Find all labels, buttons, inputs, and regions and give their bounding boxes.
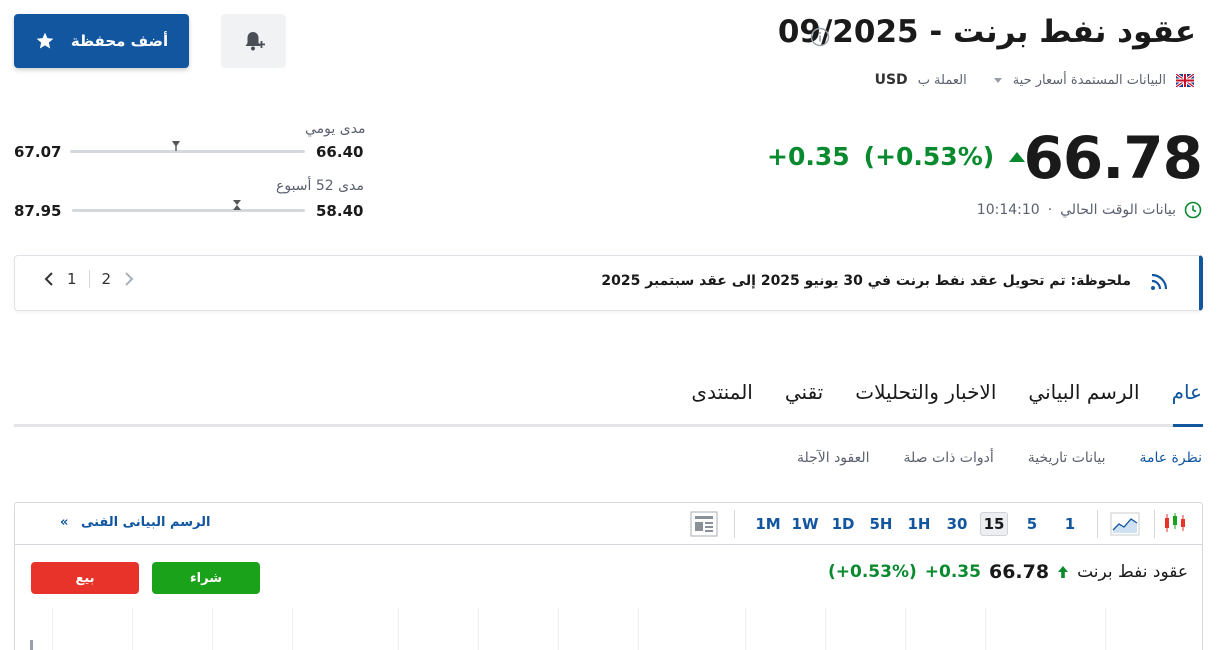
timeframe-1h[interactable]: 1H	[906, 512, 932, 536]
tabs-divider	[14, 424, 1203, 427]
double-chevron-icon: »	[60, 515, 69, 530]
toolbar-separator	[734, 510, 735, 538]
week52-range-label: مدى 52 أسبوع	[276, 178, 364, 194]
up-triangle-icon	[1008, 151, 1026, 163]
chart-gridline	[478, 608, 479, 650]
currency-label: العملة ب	[917, 72, 967, 88]
add-portfolio-label: أضف محفظة	[70, 32, 169, 50]
timeframe-1w[interactable]: 1W	[791, 512, 819, 536]
tab-general[interactable]: عام	[1172, 380, 1202, 404]
subtab-historical[interactable]: بيانات تاريخية	[1028, 450, 1106, 466]
pager-page-2[interactable]: 2	[102, 270, 112, 288]
timeframe-15[interactable]: 15	[980, 512, 1008, 536]
rollover-note: ملحوظة: تم تحويل عقد نفط برنت في 30 يوني…	[14, 255, 1203, 311]
add-portfolio-button[interactable]: أضف محفظة	[14, 14, 189, 68]
info-icon[interactable]	[810, 27, 830, 47]
daily-range-track	[70, 150, 305, 153]
data-source-label: البيانات المستمدة أسعار حية	[1012, 72, 1166, 88]
chart-gridline	[985, 608, 986, 650]
toolbar-separator	[1097, 510, 1098, 538]
news-panel-icon[interactable]	[690, 511, 718, 537]
chart-gridline	[905, 608, 906, 650]
time-label: بيانات الوقت الحالي	[1060, 202, 1176, 218]
chart-gridline	[52, 608, 53, 650]
change-percent: (+0.53%)	[863, 142, 995, 171]
chart-gridline	[132, 608, 133, 650]
timeframe-1m[interactable]: 1M	[754, 512, 782, 536]
tab-forum[interactable]: المنتدى	[691, 380, 752, 404]
area-chart-icon[interactable]	[1110, 512, 1140, 536]
timeframe-1[interactable]: 1	[1062, 512, 1078, 536]
quote-time: بيانات الوقت الحالي · 10:14:10	[977, 201, 1202, 219]
pager-prev-icon[interactable]	[43, 271, 55, 287]
page-title: عقود نفط برنت - 09/2025	[777, 14, 1196, 50]
subtab-futures[interactable]: العقود الآجلة	[797, 450, 870, 466]
daily-range-marker-icon	[170, 140, 182, 152]
pager-next-icon[interactable]	[123, 271, 135, 287]
tab-news[interactable]: الاخبار والتحليلات	[855, 380, 996, 404]
chart-price: 66.78	[988, 561, 1050, 583]
daily-range-high: 67.07	[14, 143, 62, 161]
chart-change-percent: (+0.53%)	[828, 562, 917, 582]
arrow-up-icon	[1057, 565, 1069, 579]
chart-gridline	[212, 608, 213, 650]
change-value: +0.35	[767, 142, 850, 171]
timeframe-30[interactable]: 30	[944, 512, 970, 536]
main-tabs: عام الرسم البياني الاخبار والتحليلات تقن…	[691, 380, 1202, 404]
timeframe-5h[interactable]: 5H	[868, 512, 894, 536]
bell-plus-icon	[242, 29, 266, 53]
clock-icon	[1184, 201, 1202, 219]
star-icon	[35, 31, 55, 51]
chart-gridline	[292, 608, 293, 650]
time-separator: ·	[1047, 202, 1053, 218]
note-pager: 1 2	[43, 270, 135, 288]
quote-meta: البيانات المستمدة أسعار حية العملة ب USD	[875, 72, 1194, 88]
timeframe-5[interactable]: 5	[1024, 512, 1040, 536]
subtab-related[interactable]: أدوات ذات صلة	[904, 450, 994, 466]
buy-button[interactable]: شراء	[152, 562, 260, 594]
daily-range-low: 66.40	[316, 143, 364, 161]
week52-range-track	[72, 209, 305, 212]
chart-toolbar-divider	[14, 544, 1203, 545]
last-price: 66.78	[1023, 124, 1203, 192]
timeframe-1d[interactable]: 1D	[830, 512, 856, 536]
chart-quote-header: عقود نفط برنت 66.78 +0.35 (+0.53%)	[828, 561, 1188, 583]
candlestick-icon[interactable]	[1162, 510, 1188, 536]
chart-gridline	[1105, 608, 1106, 650]
sell-button[interactable]: بيع	[31, 562, 139, 594]
week52-range-low: 58.40	[316, 202, 364, 220]
tab-technical[interactable]: تقني	[785, 380, 823, 404]
chart-gridline	[558, 608, 559, 650]
chart-gridline	[638, 608, 639, 650]
daily-range-label: مدى يومي	[305, 121, 366, 137]
week52-range-high: 87.95	[14, 202, 62, 220]
chart-change: +0.35	[924, 562, 981, 582]
uk-flag-icon	[1176, 73, 1194, 87]
sub-tabs: نظرة عامة بيانات تاريخية أدوات ذات صلة ا…	[797, 450, 1202, 466]
technical-chart-link[interactable]: الرسم البيانى الفنى »	[60, 515, 210, 530]
pager-divider	[88, 270, 90, 288]
technical-chart-link-label: الرسم البيانى الفنى	[80, 515, 211, 530]
price-change: +0.35 (+0.53%)	[767, 142, 1026, 171]
chart-gridline	[745, 608, 746, 650]
active-tab-indicator	[1173, 424, 1203, 427]
tab-chart[interactable]: الرسم البياني	[1028, 380, 1139, 404]
subtab-overview[interactable]: نظرة عامة	[1139, 450, 1202, 466]
week52-range-marker-icon	[231, 199, 243, 211]
add-alert-button[interactable]	[221, 14, 286, 68]
currency-value: USD	[874, 72, 908, 88]
time-value: 10:14:10	[976, 202, 1040, 218]
pager-page-1[interactable]: 1	[67, 270, 77, 288]
chart-gridline	[825, 608, 826, 650]
note-text: ملحوظة: تم تحويل عقد نفط برنت في 30 يوني…	[601, 273, 1131, 289]
chart-gridline	[398, 608, 399, 650]
chart-instrument-name: عقود نفط برنت	[1077, 562, 1188, 582]
signal-icon	[1149, 272, 1169, 292]
toolbar-separator	[1154, 510, 1155, 538]
caret-down-icon[interactable]	[993, 75, 1003, 85]
chart-axis-tick	[30, 640, 33, 650]
